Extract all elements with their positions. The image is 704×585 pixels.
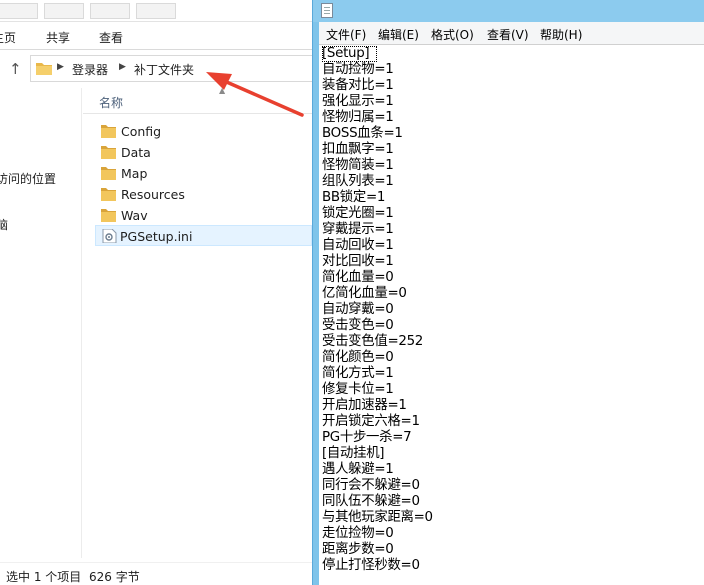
navigation-pane: 访问的位置 脑 [0, 88, 82, 558]
selection-count: 选中 1 个项目 [6, 570, 82, 584]
text-line: 穿戴提示=1 [322, 222, 394, 237]
text-line: 怪物归属=1 [322, 110, 394, 125]
ribbon-tabs: 主页 共享 查看 [0, 22, 312, 50]
file-explorer-window: 主页 共享 查看 ↑ ▶ 登录器 ▶ 补丁文件夹 访问的位置 脑 ▲ 名称 Co… [0, 0, 312, 585]
quick-access-cell[interactable] [136, 3, 176, 19]
folder-icon [101, 209, 116, 222]
text-line: 同行会不躲避=0 [322, 478, 420, 493]
file-name: Config [121, 124, 162, 139]
menu-help[interactable]: 帮助(H) [540, 26, 582, 43]
folder-icon [101, 125, 116, 138]
file-row-pgsetup-ini[interactable]: PGSetup.ini [95, 225, 312, 246]
text-content: [Setup] 自动捡物=1 装备对比=1 强化显示=1 怪物归属=1 BOSS血条=1 扣… [322, 46, 433, 574]
text-line: 遇人躲避=1 [322, 462, 394, 477]
column-header[interactable]: ▲ 名称 [83, 86, 312, 114]
text-line: 走位捡物=0 [322, 526, 394, 541]
text-line: BB锁定=1 [322, 190, 386, 205]
file-name: Data [121, 145, 151, 160]
menu-bar: 文件(F) 编辑(E) 格式(O) 查看(V) 帮助(H) [319, 22, 704, 44]
text-line: 开启加速器=1 [322, 398, 407, 413]
address-bar[interactable]: ▶ 登录器 ▶ 补丁文件夹 [30, 55, 312, 82]
file-row-resources[interactable]: Resources [97, 184, 312, 205]
file-name: PGSetup.ini [120, 229, 193, 244]
tab-share[interactable]: 共享 [46, 29, 70, 46]
file-row-wav[interactable]: Wav [97, 205, 312, 226]
file-row-map[interactable]: Map [97, 163, 312, 184]
folder-icon [101, 167, 116, 180]
quick-access-cell[interactable] [0, 3, 38, 19]
file-name: Wav [121, 208, 148, 223]
folder-icon [36, 63, 52, 75]
menu-edit[interactable]: 编辑(E) [378, 26, 419, 43]
text-line: 扣血飘字=1 [322, 142, 394, 157]
quick-access-cell[interactable] [44, 3, 84, 19]
folder-icon [101, 188, 116, 201]
settings-file-icon [102, 229, 117, 243]
text-line: 自动捡物=1 [322, 62, 394, 77]
file-row-data[interactable]: Data [97, 142, 312, 163]
quick-access-cell[interactable] [90, 3, 130, 19]
text-line: 开启锁定六格=1 [322, 414, 420, 429]
file-row-config[interactable]: Config [97, 121, 312, 142]
text-line: 修复卡位=1 [322, 382, 394, 397]
text-editor[interactable]: [Setup] 自动捡物=1 装备对比=1 强化显示=1 怪物归属=1 BOSS血条=1 扣… [319, 44, 704, 585]
text-line: 简化颜色=0 [322, 350, 394, 365]
menu-view[interactable]: 查看(V) [487, 26, 529, 43]
text-line: 受击变色=0 [322, 318, 394, 333]
text-line: 装备对比=1 [322, 78, 394, 93]
sort-up-icon: ▲ [219, 86, 226, 95]
nav-item-computer[interactable]: 脑 [0, 216, 8, 233]
text-line: 锁定光圈=1 [322, 206, 394, 221]
text-line: 受击变色值=252 [322, 334, 424, 349]
text-line: 组队列表=1 [322, 174, 394, 189]
text-line: 距离步数=0 [322, 542, 394, 557]
folder-icon [101, 146, 116, 159]
notepad-icon [321, 3, 333, 18]
title-strip [0, 0, 312, 22]
chevron-right-icon[interactable]: ▶ [119, 62, 126, 72]
menu-format[interactable]: 格式(O) [431, 26, 474, 43]
text-line: 强化显示=1 [322, 94, 394, 109]
text-line: 与其他玩家距离=0 [322, 510, 433, 525]
notepad-title-bar[interactable] [313, 0, 704, 22]
text-line: 怪物简装=1 [322, 158, 394, 173]
text-line: 自动穿戴=0 [322, 302, 394, 317]
text-line: 简化血量=0 [322, 270, 394, 285]
selection-size: 626 字节 [89, 570, 140, 584]
menu-file[interactable]: 文件(F) [326, 26, 366, 43]
up-arrow-icon[interactable]: ↑ [9, 60, 22, 78]
file-list: ▲ 名称 Config Data Map Resources Wav PGSet… [83, 86, 312, 558]
text-line: 停止打怪秒数=0 [322, 558, 420, 573]
text-line: [自动挂机] [322, 446, 385, 461]
text-line: 简化方式=1 [322, 366, 394, 381]
text-line: [Setup] [322, 46, 370, 61]
file-name: Map [121, 166, 148, 181]
chevron-right-icon[interactable]: ▶ [57, 62, 64, 72]
text-line: 对比回收=1 [322, 254, 394, 269]
file-name: Resources [121, 187, 185, 202]
text-line: PG十步一杀=7 [322, 430, 412, 445]
text-line: 亿简化血量=0 [322, 286, 407, 301]
status-bar: 选中 1 个项目 626 字节 [0, 562, 312, 585]
tab-view[interactable]: 查看 [99, 29, 123, 46]
breadcrumb-patch-folder[interactable]: 补丁文件夹 [134, 61, 194, 78]
text-line: 自动回收=1 [322, 238, 394, 253]
tab-home[interactable]: 主页 [0, 29, 16, 46]
column-name-label: 名称 [99, 96, 124, 110]
text-line: 同队伍不躲避=0 [322, 494, 420, 509]
breadcrumb-launcher[interactable]: 登录器 [72, 61, 108, 78]
text-line: BOSS血条=1 [322, 126, 403, 141]
nav-item-recent-places[interactable]: 访问的位置 [0, 170, 56, 187]
notepad-window: 文件(F) 编辑(E) 格式(O) 查看(V) 帮助(H) [Setup] 自动捡… [312, 0, 704, 585]
